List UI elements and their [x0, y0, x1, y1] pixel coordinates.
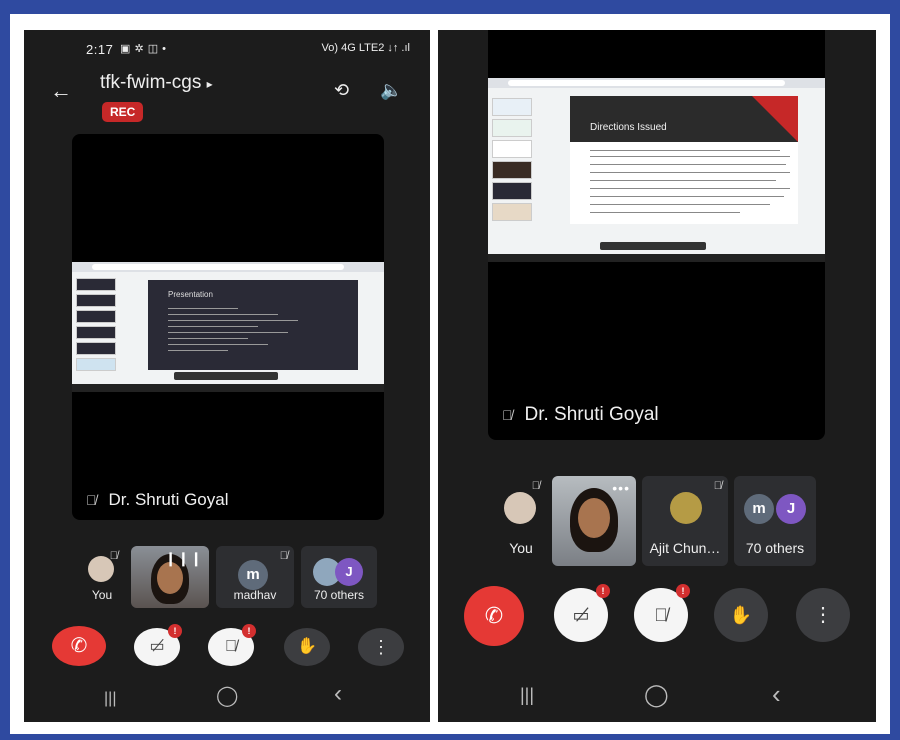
mic-toggle-button[interactable]: 🎙̸ !	[208, 624, 256, 666]
participant-tile-you[interactable]: 🎙̸ You	[80, 546, 124, 608]
title-caret-icon: ▸	[206, 77, 213, 91]
shared-screen: Presentation	[72, 262, 384, 392]
tile-label: You	[509, 540, 533, 556]
participant-tile-madhav[interactable]: m 🎙̸ madhav	[216, 546, 294, 608]
status-time: 2:17	[86, 42, 114, 57]
madhav-avatar: m	[238, 560, 268, 590]
mic-warning-badge: !	[242, 624, 256, 638]
participant-tile-you[interactable]: 🎙̸ You	[496, 476, 546, 566]
current-slide: Presentation	[148, 280, 358, 370]
hand-icon: ✋	[729, 605, 753, 625]
back-arrow-icon[interactable]: ←	[50, 78, 72, 104]
tile-label: 70 others	[313, 588, 365, 602]
nav-recents-button[interactable]: |||	[104, 690, 116, 708]
others-avatar-j: J	[776, 494, 806, 524]
video-off-icon: ▭̸	[572, 605, 590, 625]
participant-tile-video[interactable]: •••	[552, 476, 636, 566]
more-options-button[interactable]: ⋮	[796, 588, 850, 642]
tile-label: madhav	[233, 588, 277, 602]
nav-back-button[interactable]: ‹	[772, 679, 781, 710]
mute-icon: 🎙̸	[531, 480, 540, 492]
speaker-name-label: 🎙̸ Dr. Shruti Goyal	[502, 404, 659, 426]
speaker-name: Dr. Shruti Goyal	[524, 404, 659, 425]
hand-icon: ✋	[297, 638, 317, 655]
more-vert-icon: ⋮	[372, 637, 390, 657]
slide-thumbnails	[76, 278, 116, 374]
mute-icon: 🎙̸	[109, 550, 118, 562]
meeting-title-text: tfk-fwim-cgs	[100, 72, 202, 93]
mic-toggle-button[interactable]: 🎙̸ !	[634, 584, 690, 642]
browser-bar	[488, 78, 825, 88]
slide-title: Presentation	[168, 290, 213, 299]
main-speaker-tile[interactable]: Directions Issued 🎙̸ Dr. Shruti Goyal	[488, 30, 825, 440]
more-dots-icon: •••	[612, 480, 630, 496]
raise-hand-button[interactable]: ✋	[714, 588, 768, 642]
participant-tile-others[interactable]: m J 70 others	[734, 476, 816, 566]
participant-face	[578, 498, 610, 538]
pause-icon: ❙❙❙	[164, 550, 203, 566]
frame-border-top	[0, 0, 900, 14]
tile-label: You	[91, 588, 113, 602]
speaker-icon[interactable]: 🔈	[380, 80, 402, 101]
sharing-notice	[174, 372, 278, 380]
left-phone-screen: 2:17 ▣ ✲ ◫ • Vo) 4G LTE2 ↓↑ .ıl ← tfk-fw…	[24, 30, 430, 722]
mic-off-icon: 🎙̸	[502, 407, 513, 423]
slide-title: Directions Issued	[590, 122, 667, 133]
speaker-name: Dr. Shruti Goyal	[108, 490, 229, 509]
right-phone-screen: Directions Issued 🎙̸ Dr. Shruti Goyal 🎙̸ …	[438, 30, 876, 722]
end-call-icon: ✆	[484, 603, 504, 628]
mic-warning-badge: !	[676, 584, 690, 598]
windows-taskbar	[488, 254, 825, 262]
end-call-icon: ✆	[70, 635, 88, 657]
tile-label: Ajit Chun…	[649, 540, 721, 556]
video-warning-badge: !	[168, 624, 182, 638]
participant-tile-ajit[interactable]: 🎙̸ Ajit Chun…	[642, 476, 728, 566]
nav-home-button[interactable]: ◯	[644, 682, 669, 708]
frame-border-bottom	[0, 734, 900, 740]
rec-badge: REC	[102, 102, 144, 122]
participant-tile-video[interactable]: ❙❙❙	[131, 546, 209, 608]
end-call-button[interactable]: ✆	[52, 626, 106, 666]
camera-switch-icon[interactable]: ⟲	[334, 80, 349, 101]
mic-off-icon: 🎙̸	[86, 492, 97, 508]
video-warning-badge: !	[596, 584, 610, 598]
sharing-notice	[600, 242, 706, 250]
frame-border-left	[0, 0, 10, 740]
frame-border-right	[890, 0, 900, 740]
shared-screen: Directions Issued	[488, 78, 825, 262]
main-speaker-tile[interactable]: Presentation 🎙̸ Dr. Shruti Goyal	[72, 134, 384, 520]
meeting-title[interactable]: tfk-fwim-cgs ▸	[100, 72, 213, 94]
current-slide: Directions Issued	[570, 96, 798, 224]
mic-off-icon: 🎙̸	[654, 605, 668, 625]
mute-icon: 🎙̸	[713, 480, 722, 492]
raise-hand-button[interactable]: ✋	[284, 628, 330, 666]
video-toggle-button[interactable]: ▭̸ !	[134, 624, 182, 666]
ajit-avatar	[670, 492, 702, 524]
mic-off-icon: 🎙̸	[225, 638, 237, 655]
nav-recents-button[interactable]: |||	[520, 685, 534, 706]
tile-label: 70 others	[745, 540, 805, 556]
video-toggle-button[interactable]: ▭̸ !	[554, 584, 610, 642]
more-options-button[interactable]: ⋮	[358, 628, 404, 666]
others-avatar: J	[335, 558, 363, 586]
participant-tile-others[interactable]: J 70 others	[301, 546, 377, 608]
nav-back-button[interactable]: ‹	[334, 680, 342, 708]
you-avatar	[504, 492, 536, 524]
more-vert-icon: ⋮	[813, 604, 833, 626]
slide-thumbnails	[492, 98, 532, 244]
speaker-name-label: 🎙̸ Dr. Shruti Goyal	[86, 490, 229, 510]
end-call-button[interactable]: ✆	[464, 586, 524, 646]
others-avatar-m: m	[744, 494, 774, 524]
mute-icon: 🎙̸	[279, 550, 288, 562]
windows-taskbar	[72, 384, 384, 392]
status-right-icons: Vo) 4G LTE2 ↓↑ .ıl	[321, 42, 410, 54]
status-notification-icons: ▣ ✲ ◫ •	[120, 43, 167, 55]
video-off-icon: ▭̸	[149, 638, 165, 655]
browser-bar	[72, 262, 384, 272]
nav-home-button[interactable]: ◯	[216, 683, 238, 708]
